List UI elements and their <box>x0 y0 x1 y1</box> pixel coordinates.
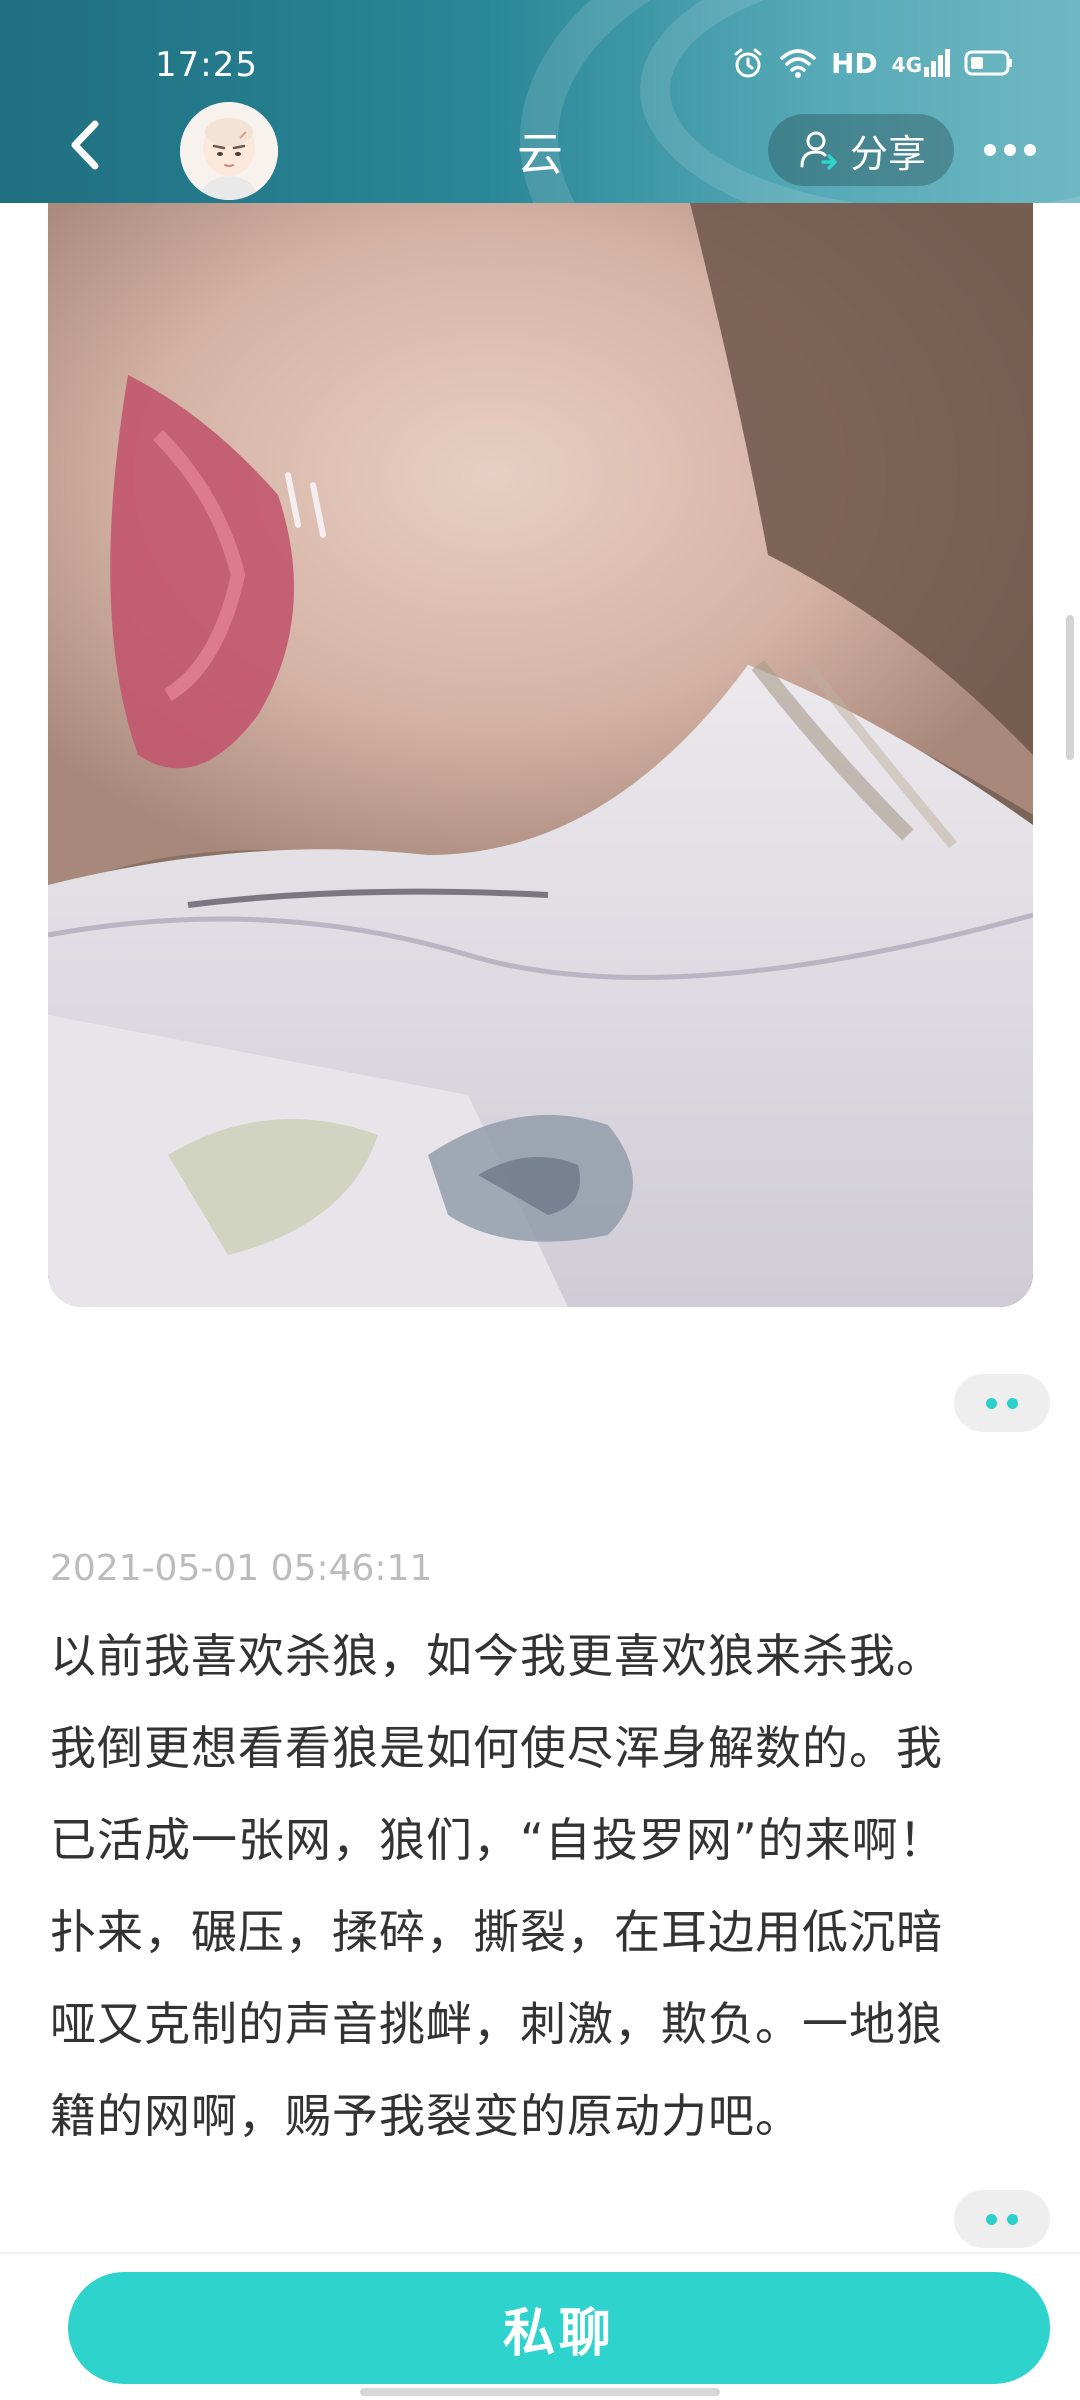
home-indicator[interactable] <box>360 2388 720 2396</box>
nav-bar: 云 分享 <box>0 100 1080 200</box>
network-type-label: 4G <box>891 53 922 77</box>
status-icons: HD 4G <box>731 46 1014 80</box>
chevron-left-icon <box>71 120 99 170</box>
share-button[interactable]: 分享 <box>768 114 954 186</box>
share-label: 分享 <box>849 131 926 176</box>
scrollbar-thumb[interactable] <box>1066 615 1074 760</box>
more-dots-icon <box>986 2213 997 2225</box>
battery-icon <box>964 50 1012 76</box>
avatar-illustration <box>180 102 278 200</box>
user-share-icon <box>800 131 837 170</box>
post-timestamp: 2021-05-01 05:46:11 <box>50 1548 433 1589</box>
status-time: 17:25 <box>155 45 258 85</box>
more-dots-icon <box>986 1397 997 1409</box>
page-title: 云 <box>517 127 563 181</box>
more-dots-icon <box>984 144 996 156</box>
wifi-icon <box>780 49 816 78</box>
photo-options-button[interactable] <box>954 1374 1050 1432</box>
photo-content <box>48 195 1033 1307</box>
alarm-icon <box>734 48 762 78</box>
top-header: 17:25 HD 4G 云 分享 <box>0 0 1080 203</box>
avatar[interactable] <box>180 102 278 200</box>
network-hd-label: HD <box>830 46 878 80</box>
more-button[interactable] <box>980 120 1040 180</box>
private-chat-button[interactable]: 私聊 <box>68 2272 1050 2384</box>
post-text: 以前我喜欢杀狼，如今我更喜欢狼来杀我。 我倒更想看看狼是如何使尽浑身解数的。我 … <box>50 1629 946 2143</box>
back-button[interactable] <box>55 110 125 180</box>
post-photo[interactable] <box>48 195 1033 1307</box>
signal-icon: 4G <box>892 49 950 77</box>
post-options-button[interactable] <box>954 2190 1050 2248</box>
footer-divider <box>0 2252 1080 2254</box>
